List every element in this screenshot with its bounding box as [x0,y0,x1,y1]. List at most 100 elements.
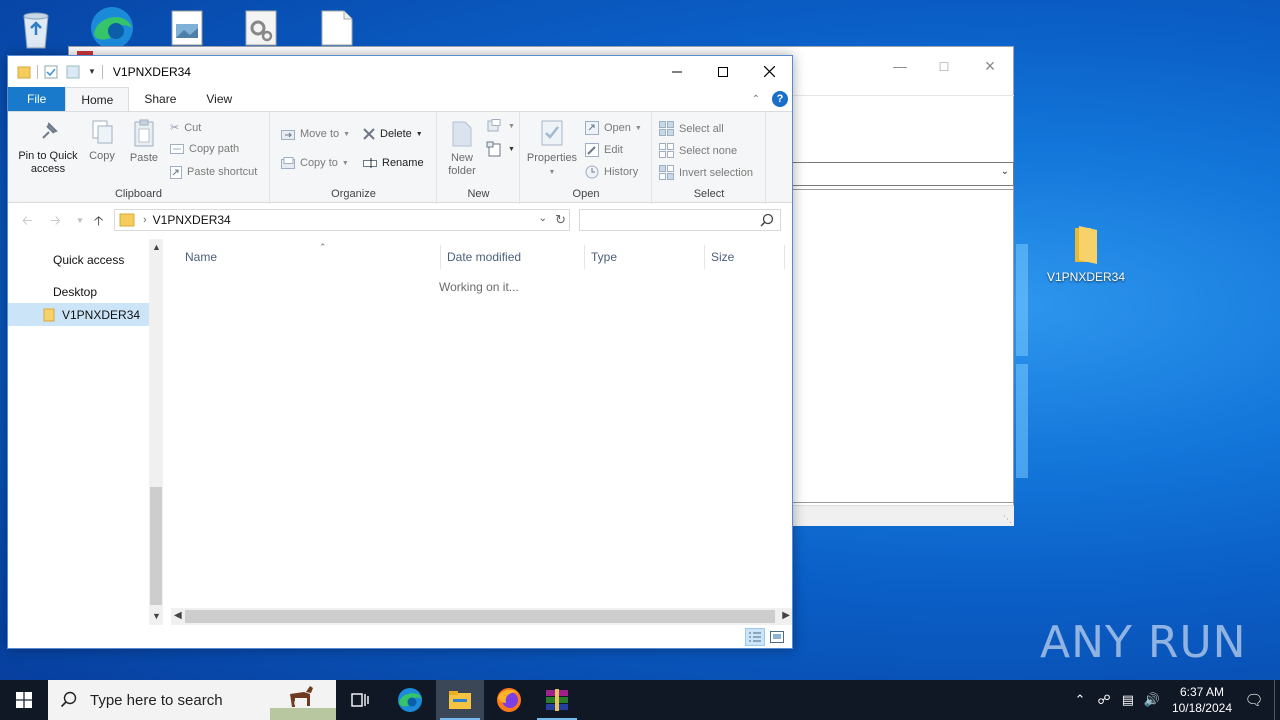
back-close-button[interactable]: × [967,53,1013,79]
open-group-label: Open [572,188,600,200]
volume-icon[interactable]: 🔊 [1140,692,1164,708]
recycle-bin-icon[interactable] [14,6,58,53]
help-button[interactable]: ? [772,91,788,107]
taskbar-file-explorer-button[interactable] [436,680,484,720]
scroll-thumb[interactable] [150,487,162,605]
file-list[interactable]: Name ⌃ Date modified Type Size Working o… [164,239,792,609]
collapse-ribbon-icon[interactable]: ⌃ [752,94,760,105]
refresh-icon[interactable]: ↻ [555,212,566,228]
properties-button[interactable]: Properties ▼ [523,118,581,179]
nav-desktop[interactable]: Desktop [8,280,149,303]
nav-quick-access-label: Quick access [53,252,125,267]
column-name-label: Name [185,250,218,264]
scroll-up-icon[interactable]: ▲ [152,242,161,252]
paste-button[interactable]: Paste [126,118,162,165]
title-bar[interactable]: ▼ V1PNXDER34 [8,56,792,87]
back-status-bar: ⋱ [793,505,1014,526]
open-button[interactable]: Open ▼ [585,121,642,135]
window-title: V1PNXDER34 [112,64,191,79]
edge-desktop-icon[interactable] [86,4,138,51]
task-view-button[interactable] [336,680,384,720]
tab-home[interactable]: Home [65,87,130,111]
search-box[interactable] [579,209,781,231]
column-type[interactable]: Type [585,245,705,269]
new-folder-button[interactable]: New folder [440,118,484,178]
taskbar-winrar-button[interactable] [533,680,581,720]
up-arrow-icon[interactable]: 🡡 [94,212,103,234]
qat-dropdown-icon[interactable]: ▼ [88,67,96,76]
wallpaper-beam [1016,244,1028,356]
back-divider [793,95,1014,96]
delete-button[interactable]: Delete ▼ [363,128,423,140]
scroll-right-icon[interactable]: ▶ [782,610,790,621]
easy-access-button[interactable]: ▼ [486,141,515,157]
back-maximize-button[interactable]: □ [921,53,967,79]
breadcrumb-chevron-icon[interactable]: › [143,214,147,226]
select-all-button[interactable]: Select all [659,121,724,136]
invert-selection-button[interactable]: Invert selection [659,165,753,180]
close-button[interactable] [746,56,792,87]
paste-shortcut-button[interactable]: Paste shortcut [170,165,257,179]
tab-file[interactable]: File [8,87,66,111]
back-arrow-icon[interactable]: 🡠 [22,212,33,234]
back-combo-box[interactable]: ⌄ [793,162,1014,186]
column-size[interactable]: Size [705,245,785,269]
network-icon[interactable]: ▤ [1116,692,1140,708]
nav-folder-v1pnxder34[interactable]: V1PNXDER34 [8,303,149,326]
blank-file-icon[interactable] [320,10,354,49]
start-button[interactable] [0,680,48,720]
edit-button[interactable]: Edit [585,143,623,157]
column-date-modified[interactable]: Date modified [441,245,585,269]
taskbar-edge-button[interactable] [386,680,434,720]
tab-view[interactable]: View [191,87,247,111]
history-button[interactable]: History [585,165,638,179]
image-file-icon[interactable] [170,10,204,49]
scroll-down-icon[interactable]: ▼ [152,611,161,621]
select-none-button[interactable]: Select none [659,143,737,158]
meet-now-icon[interactable]: ☍ [1092,692,1116,708]
resize-grip-icon[interactable]: ⋱ [1003,514,1012,525]
back-minimize-button[interactable]: — [877,53,923,79]
large-icons-view-button[interactable] [767,628,787,646]
new-item-button[interactable]: ▼ [486,119,515,133]
settings-file-icon[interactable] [244,10,278,49]
breadcrumb[interactable]: V1PNXDER34 [153,213,231,227]
taskbar-firefox-button[interactable] [485,680,533,720]
cut-button[interactable]: ✂ Cut [170,121,201,135]
taskbar-search-box[interactable]: Type here to search [48,680,336,720]
address-box[interactable]: › V1PNXDER34 ⌄ ↻ [114,209,570,231]
horizontal-scrollbar[interactable]: ◀ ▶ [171,608,792,625]
details-view-button[interactable] [745,628,765,646]
address-dropdown-icon[interactable]: ⌄ [539,213,547,224]
rename-button[interactable]: Rename [363,157,424,169]
organize-group-label: Organize [331,188,376,200]
forward-arrow-icon[interactable]: 🡢 [50,212,61,234]
copy-to-button[interactable]: Copy to ▼ [281,157,349,169]
horizontal-scroll-thumb[interactable] [185,610,775,623]
nav-vertical-scrollbar[interactable]: ▲ ▼ [149,239,163,625]
notifications-icon[interactable]: 🗨 [1242,691,1266,709]
show-hidden-icons-icon[interactable]: ⌃ [1068,692,1092,708]
clock[interactable]: 6:37 AM 10/18/2024 [1172,684,1232,716]
column-name[interactable]: Name ⌃ [179,242,441,269]
back-list-area[interactable] [793,189,1014,503]
nav-quick-access[interactable]: Quick access [8,248,149,271]
select-all-label: Select all [679,122,724,135]
copy-path-button[interactable]: Copy path [170,143,239,155]
tab-share[interactable]: Share [129,87,191,111]
show-desktop-button[interactable] [1274,680,1280,720]
desktop-folder-icon[interactable]: V1PNXDER34 [1046,224,1126,284]
move-to-button[interactable]: Move to ▼ [281,128,350,140]
properties-qat-icon[interactable] [44,65,58,79]
search-input[interactable] [580,210,750,230]
copy-button[interactable]: Copy [84,118,120,163]
file-explorer-window[interactable]: ▼ V1PNXDER34 File Home Share View ⌃ ? Pi… [7,55,793,649]
new-folder-qat-icon[interactable] [66,65,80,79]
new-group: New folder ▼ ▼ New [438,112,520,204]
pin-to-quick-access-button[interactable]: Pin to Quick access [14,118,82,176]
maximize-button[interactable] [700,56,746,87]
scroll-left-icon[interactable]: ◀ [174,610,182,621]
search-icon[interactable] [760,213,774,227]
recent-locations-icon[interactable]: ▼ [76,216,84,225]
minimize-button[interactable] [654,56,700,87]
